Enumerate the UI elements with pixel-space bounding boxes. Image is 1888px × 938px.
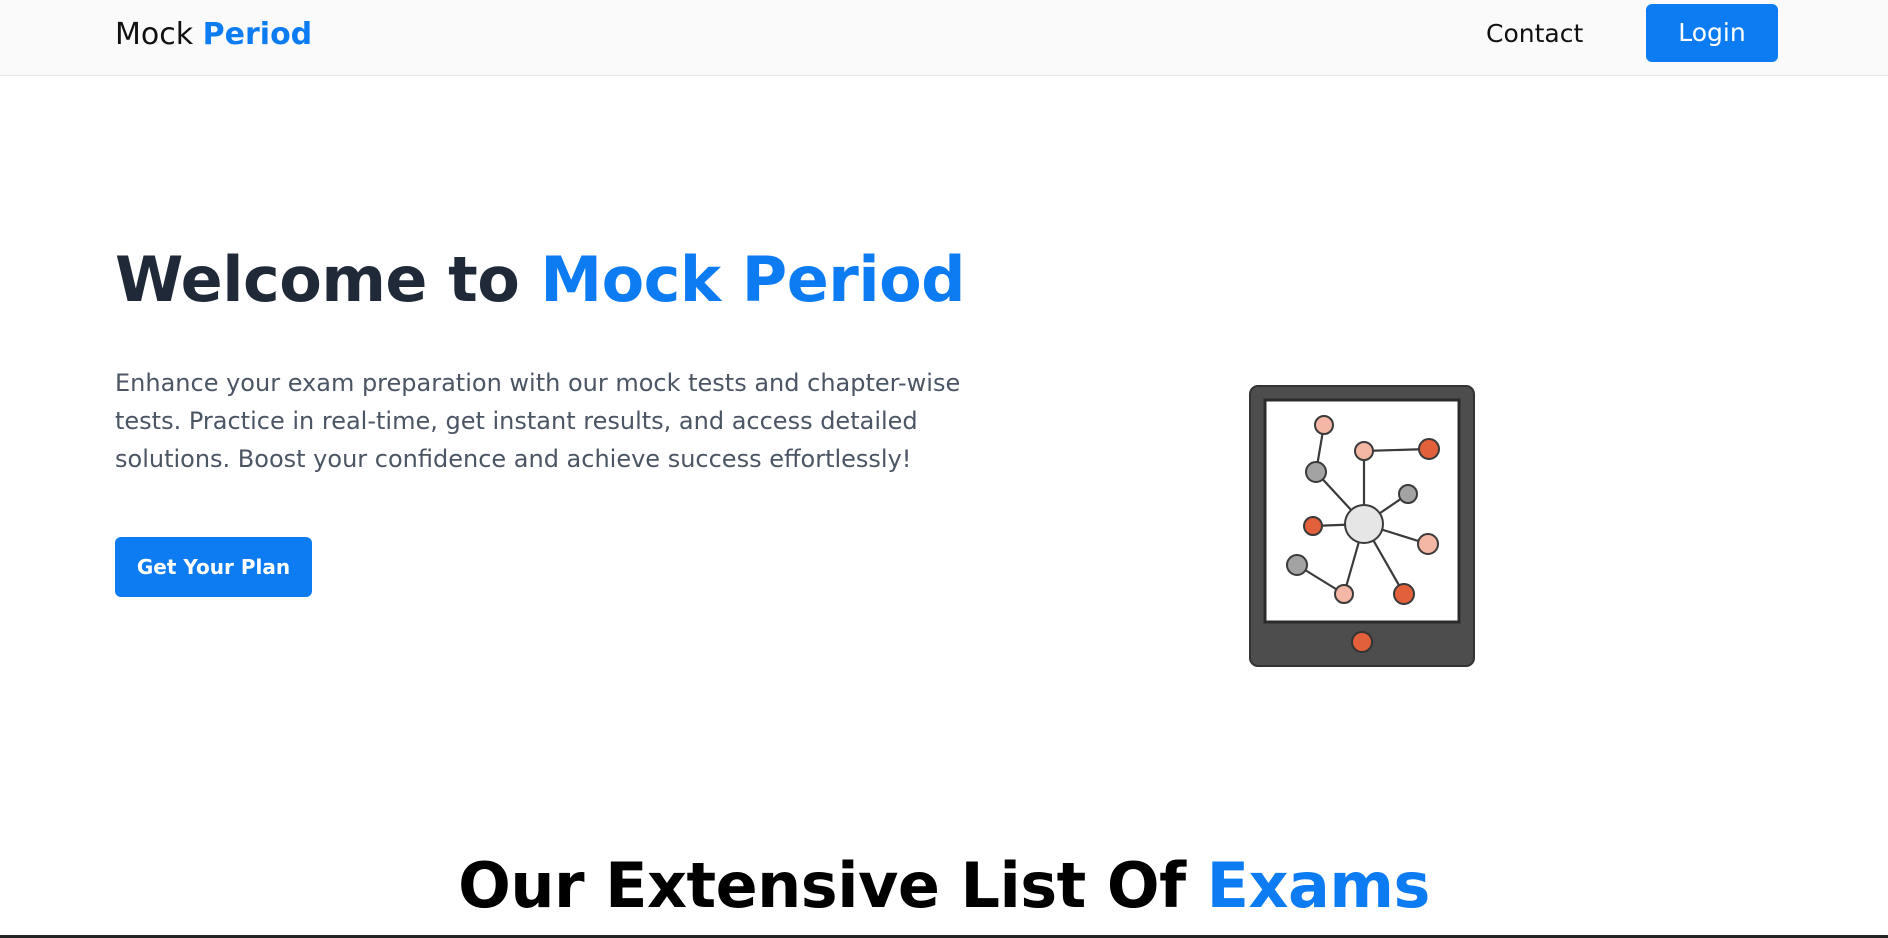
tablet-network-icon (1249, 385, 1475, 667)
brand-highlight: Period (202, 17, 313, 52)
exams-title-prefix: Our Extensive List Of (458, 849, 1186, 922)
login-button[interactable]: Login (1646, 4, 1778, 62)
hero-title-highlight: Mock Period (540, 243, 966, 316)
exams-section-title: Our Extensive List Of Exams (0, 846, 1888, 926)
brand-prefix: Mock (115, 17, 194, 52)
nav-contact-link[interactable]: Contact (1486, 17, 1583, 51)
navbar: Mock Period Contact Login (0, 0, 1888, 76)
hero-title: Welcome to Mock Period (115, 240, 966, 320)
exams-title-highlight: Exams (1206, 849, 1431, 922)
hero-title-prefix: Welcome to (115, 243, 520, 316)
brand-logo[interactable]: Mock Period (115, 16, 312, 54)
get-your-plan-button[interactable]: Get Your Plan (115, 537, 312, 597)
hero-description: Enhance your exam preparation with our m… (115, 369, 961, 473)
